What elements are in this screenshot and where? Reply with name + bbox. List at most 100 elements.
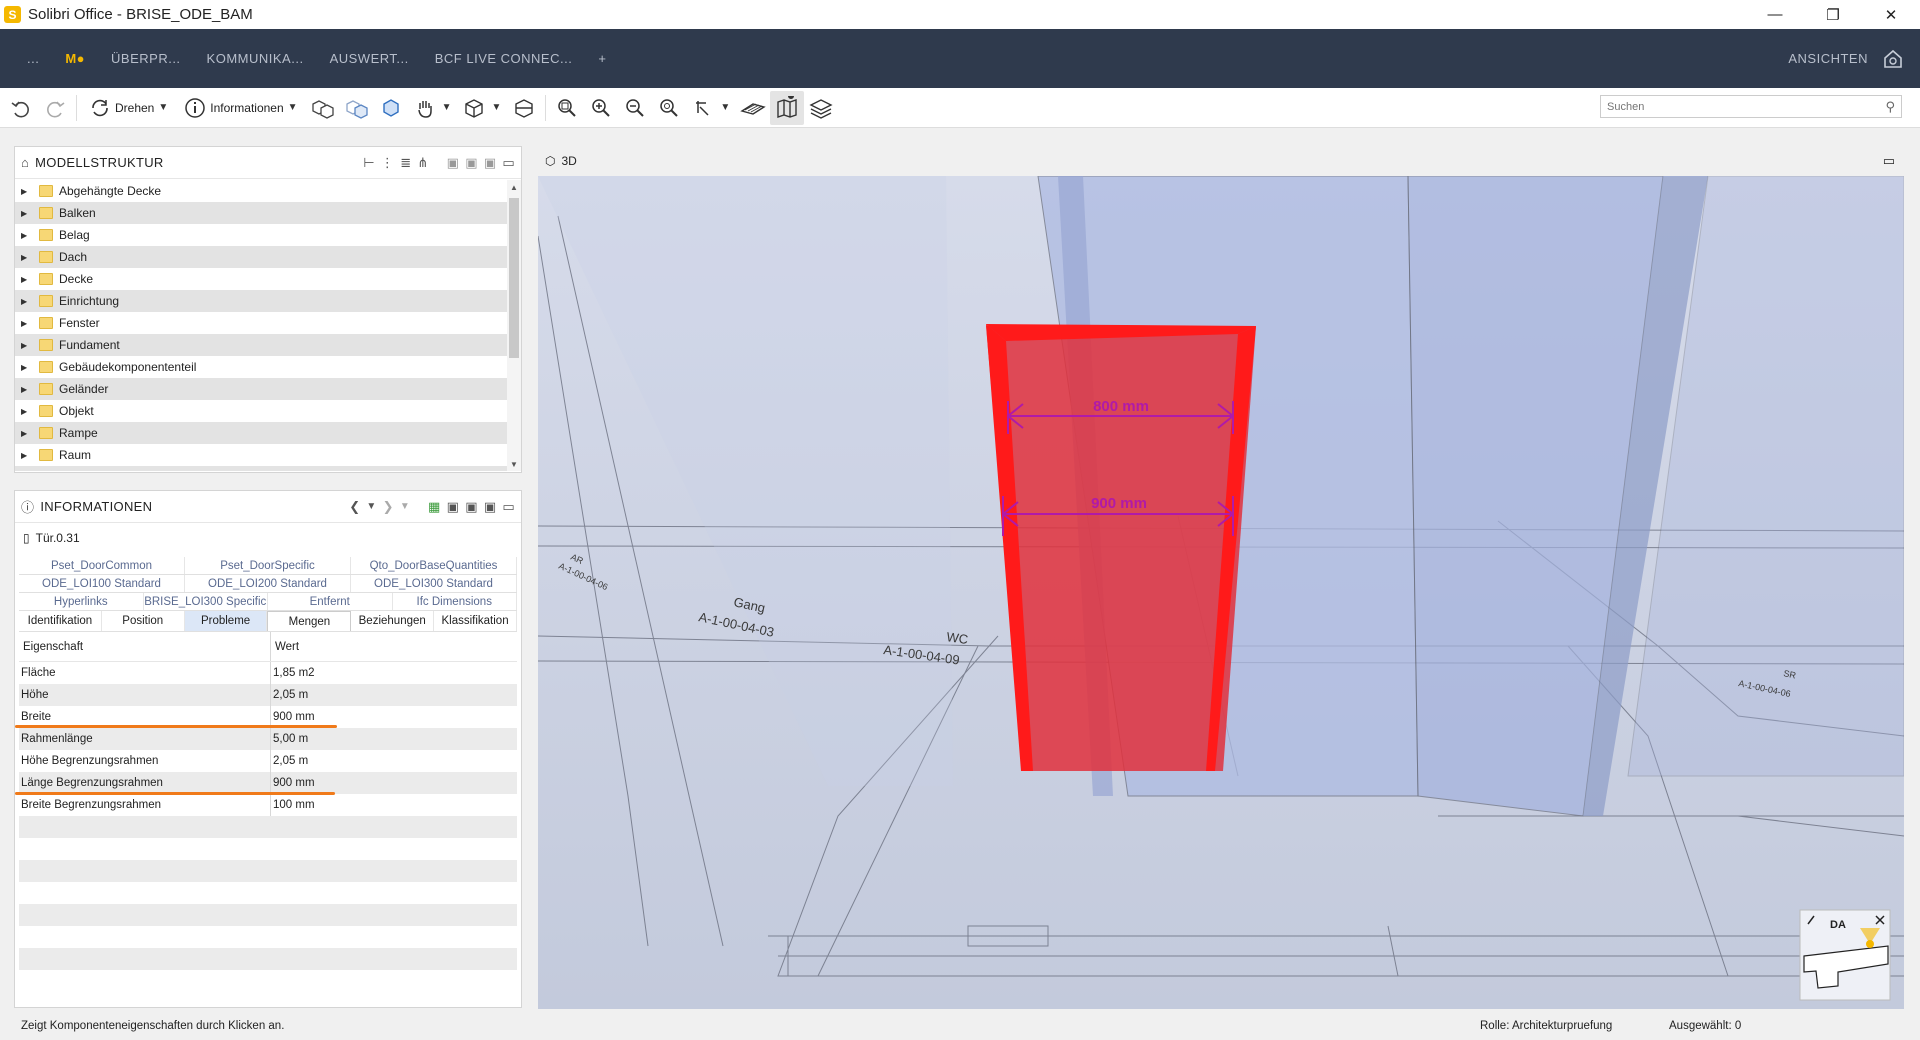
- tree-item[interactable]: ▶Sanitärobjekt: [15, 466, 507, 471]
- lock-icon[interactable]: ▣: [447, 155, 460, 171]
- add-tab-button[interactable]: +: [585, 29, 619, 88]
- expand-arrow-icon[interactable]: ▶: [21, 429, 35, 438]
- tree-item[interactable]: ▶ Raum: [15, 444, 507, 466]
- home-settings-icon[interactable]: [1882, 48, 1904, 70]
- property-tab[interactable]: Klassifikation: [434, 611, 517, 631]
- tab-bcf-live-connector[interactable]: BCF LIVE CONNEC...: [422, 29, 586, 88]
- chevron-down-icon[interactable]: ▼: [720, 102, 730, 113]
- tree-item[interactable]: ▶ Einrichtung: [15, 290, 507, 312]
- tree-item[interactable]: ▶ Belag: [15, 224, 507, 246]
- transparent-boxes-icon[interactable]: [340, 91, 374, 125]
- highlight-icon[interactable]: ▦: [428, 499, 441, 515]
- tree-item[interactable]: ▶ Abgehängte Decke: [15, 180, 507, 202]
- expand-arrow-icon[interactable]: ▶: [21, 407, 35, 416]
- expand-arrow-icon[interactable]: ▶: [21, 275, 35, 284]
- scroll-up-icon[interactable]: ▲: [507, 180, 521, 194]
- expand-arrow-icon[interactable]: ▶: [21, 187, 35, 196]
- property-row[interactable]: Höhe 2,05 m: [19, 684, 517, 706]
- expand-arrow-icon[interactable]: ▶: [21, 231, 35, 240]
- tab-model[interactable]: M●: [52, 29, 98, 88]
- property-tab[interactable]: BRISE_LOI300 Specific: [144, 593, 268, 610]
- tree-item[interactable]: ▶ Decke: [15, 268, 507, 290]
- property-tab[interactable]: Ifc Dimensions: [393, 593, 517, 610]
- redo-icon[interactable]: [38, 91, 72, 125]
- undo-icon[interactable]: [4, 91, 38, 125]
- zoom-out-icon[interactable]: [618, 91, 652, 125]
- hand-tool-icon[interactable]: [408, 91, 442, 125]
- tree-item[interactable]: ▶ Rampe: [15, 422, 507, 444]
- tree-item[interactable]: ▶ Dach: [15, 246, 507, 268]
- forward-icon[interactable]: ❯: [383, 499, 394, 515]
- property-tab[interactable]: Hyperlinks: [19, 593, 144, 610]
- section-box-icon[interactable]: [507, 91, 541, 125]
- expand-arrow-icon[interactable]: ▶: [21, 341, 35, 350]
- tree-hierarchy-icon[interactable]: ⋮: [381, 155, 394, 171]
- property-tab[interactable]: Qto_DoorBaseQuantities: [351, 557, 517, 574]
- lock-icon[interactable]: ▣: [465, 499, 478, 515]
- lock-icon[interactable]: ▣: [484, 155, 497, 171]
- zoom-selected-icon[interactable]: [550, 91, 584, 125]
- scroll-down-icon[interactable]: ▼: [507, 457, 521, 471]
- tree-item[interactable]: ▶ Fenster: [15, 312, 507, 334]
- 3d-scene[interactable]: Gang A-1-00-04-03 WC A-1-00-04-09 SR A-1…: [538, 176, 1904, 1009]
- tab-more[interactable]: ...: [14, 29, 52, 88]
- scroll-thumb[interactable]: [509, 198, 519, 358]
- tree-item[interactable]: ▶ Fundament: [15, 334, 507, 356]
- layers-icon[interactable]: [804, 91, 838, 125]
- back-icon[interactable]: ❮: [349, 499, 360, 515]
- zoom-fit-icon[interactable]: [652, 91, 686, 125]
- property-tab[interactable]: Pset_DoorSpecific: [185, 557, 351, 574]
- property-row[interactable]: Länge Begrenzungsrahmen 900 mm: [19, 772, 517, 794]
- expand-arrow-icon[interactable]: ▶: [21, 451, 35, 460]
- expand-arrow-icon[interactable]: ▶: [21, 363, 35, 372]
- chevron-down-icon[interactable]: ▼: [366, 499, 376, 515]
- lock-icon[interactable]: ▣: [484, 499, 497, 515]
- chevron-down-icon[interactable]: ▼: [442, 102, 452, 113]
- property-row[interactable]: Fläche 1,85 m2: [19, 662, 517, 684]
- slab-icon[interactable]: [736, 91, 770, 125]
- property-tab[interactable]: Position: [102, 611, 185, 631]
- tab-check[interactable]: ÜBERPR...: [98, 29, 194, 88]
- tree-expand-icon[interactable]: ≣: [400, 155, 411, 171]
- property-tab[interactable]: Entfernt: [268, 593, 393, 610]
- expand-arrow-icon[interactable]: ▶: [21, 319, 35, 328]
- property-row[interactable]: Höhe Begrenzungsrahmen 2,05 m: [19, 750, 517, 772]
- property-tab[interactable]: Mengen: [267, 611, 352, 631]
- maximize-view-icon[interactable]: ▭: [1883, 153, 1895, 169]
- tree-item[interactable]: ▶ Geländer: [15, 378, 507, 400]
- lock-icon[interactable]: ▣: [465, 155, 478, 171]
- property-tab[interactable]: Probleme: [184, 611, 268, 631]
- property-row[interactable]: Rahmenlänge 5,00 m: [19, 728, 517, 750]
- vertical-scrollbar[interactable]: ▲ ▼: [507, 180, 521, 471]
- expand-arrow-icon[interactable]: ▶: [21, 385, 35, 394]
- chevron-down-icon[interactable]: ▼: [400, 499, 410, 515]
- tree-item[interactable]: ▶ Objekt: [15, 400, 507, 422]
- tree-item[interactable]: ▶ Balken: [15, 202, 507, 224]
- model-boxes-icon[interactable]: [306, 91, 340, 125]
- tab-communication[interactable]: KOMMUNIKA...: [194, 29, 317, 88]
- views-menu[interactable]: ANSICHTEN: [1788, 51, 1868, 66]
- search-input[interactable]: [1607, 100, 1886, 113]
- property-tab[interactable]: Pset_DoorCommon: [19, 557, 185, 574]
- measure-icon[interactable]: [686, 91, 720, 125]
- expand-arrow-icon[interactable]: ▶: [21, 209, 35, 218]
- property-row[interactable]: Breite Begrenzungsrahmen 100 mm: [19, 794, 517, 816]
- rotate-dropdown[interactable]: Drehen ▼: [81, 91, 176, 125]
- maximize-panel-icon[interactable]: ▭: [502, 155, 515, 171]
- cube-view-icon[interactable]: [457, 91, 491, 125]
- property-tab[interactable]: Identifikation: [19, 611, 102, 631]
- expand-arrow-icon[interactable]: ▶: [21, 297, 35, 306]
- lock-icon[interactable]: ▣: [447, 499, 460, 515]
- selection-box-icon[interactable]: [374, 91, 408, 125]
- expand-arrow-icon[interactable]: ▶: [21, 253, 35, 262]
- property-tab[interactable]: ODE_LOI300 Standard: [351, 575, 517, 592]
- zoom-in-icon[interactable]: [584, 91, 618, 125]
- restore-button[interactable]: ❐: [1804, 0, 1862, 29]
- tree-filter-icon[interactable]: ⋔: [417, 155, 428, 171]
- maximize-panel-icon[interactable]: ▭: [502, 499, 515, 515]
- property-tab[interactable]: ODE_LOI100 Standard: [19, 575, 185, 592]
- chevron-down-icon[interactable]: ▼: [491, 102, 501, 113]
- map-view-icon[interactable]: [770, 90, 805, 125]
- information-dropdown[interactable]: Informationen ▼: [176, 91, 305, 125]
- tree-layout-icon[interactable]: ⊢: [363, 155, 375, 171]
